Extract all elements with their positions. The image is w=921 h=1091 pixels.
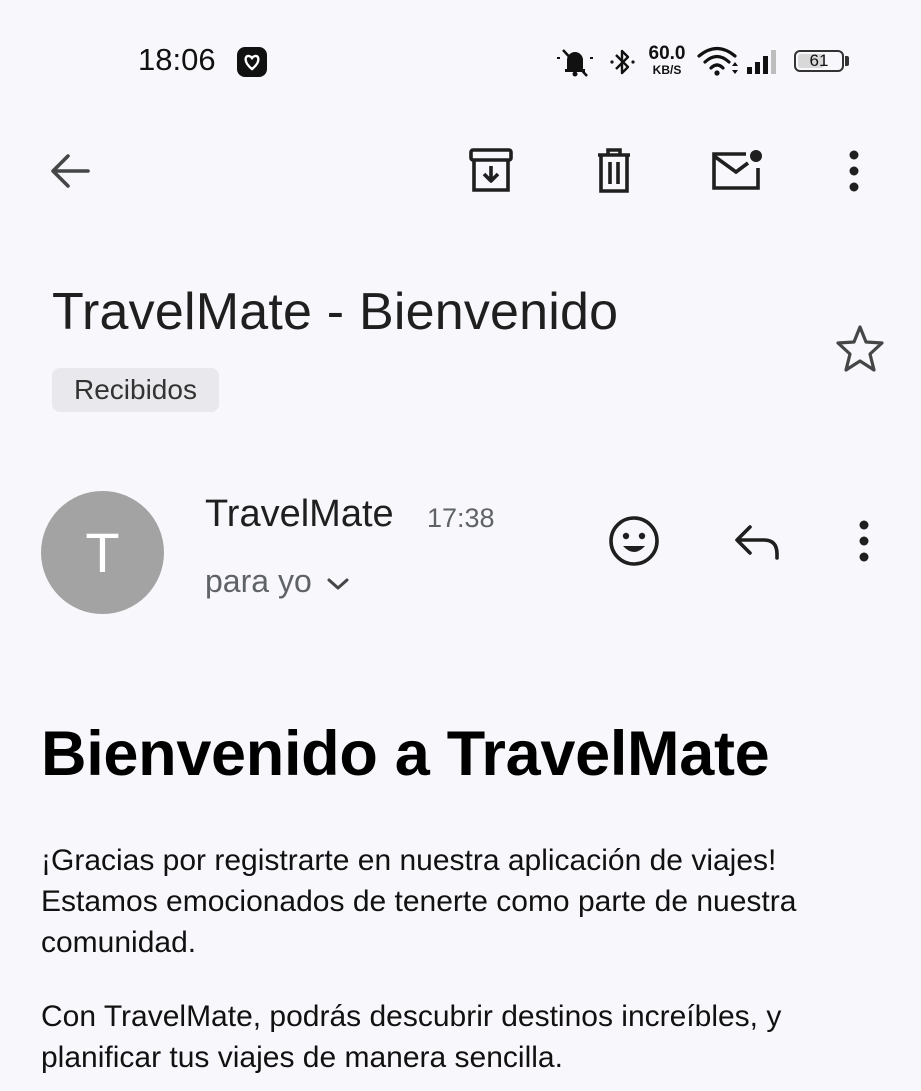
net-speed-value: 60.0 (648, 43, 686, 64)
avatar-initial: T (85, 521, 120, 584)
email-body-paragraph-1: ¡Gracias por registrarte en nuestra apli… (41, 844, 797, 959)
recipient-toggle[interactable]: para yo (205, 563, 350, 600)
archive-button[interactable] (461, 143, 521, 203)
email-body-heading: Bienvenido a TravelMate (41, 719, 770, 789)
email-subject: TravelMate - Bienvenido (52, 283, 619, 341)
back-arrow-icon (48, 149, 92, 198)
more-vert-icon (844, 149, 864, 198)
app-notification-icon (237, 47, 267, 77)
mute-icon (555, 46, 595, 83)
battery-level: 61 (809, 51, 829, 70)
star-button[interactable] (830, 320, 890, 380)
trash-icon (589, 146, 639, 201)
archive-icon (466, 146, 516, 201)
mark-unread-button[interactable] (706, 143, 766, 203)
wifi-icon (696, 44, 740, 83)
more-vert-icon (854, 519, 874, 568)
signal-icon (745, 48, 777, 81)
sender-name: TravelMate (205, 493, 394, 535)
star-icon (834, 323, 886, 378)
status-time: 18:06 (138, 42, 216, 77)
label-chip[interactable]: Recibidos (52, 368, 219, 412)
battery-icon: 61 (794, 50, 844, 72)
sender-time: 17:38 (427, 503, 495, 533)
net-speed-unit: KB/S (652, 63, 682, 77)
emoji-icon (607, 514, 661, 573)
net-speed: 60.0 KB/S (644, 44, 690, 76)
avatar[interactable]: T (41, 491, 164, 614)
chevron-down-icon (326, 563, 350, 600)
back-button[interactable] (40, 143, 100, 203)
delete-button[interactable] (584, 143, 644, 203)
recipient-label: para yo (205, 563, 312, 599)
message-more-button[interactable] (834, 513, 894, 573)
battery-tip (845, 56, 849, 66)
reply-button[interactable] (727, 513, 787, 573)
email-body-paragraph-2: Con TravelMate, podrás descubrir destino… (41, 1000, 782, 1074)
more-options-button[interactable] (824, 143, 884, 203)
react-emoji-button[interactable] (604, 513, 664, 573)
bluetooth-icon (608, 46, 638, 83)
mark-unread-icon (708, 146, 764, 201)
reply-icon (732, 521, 782, 566)
